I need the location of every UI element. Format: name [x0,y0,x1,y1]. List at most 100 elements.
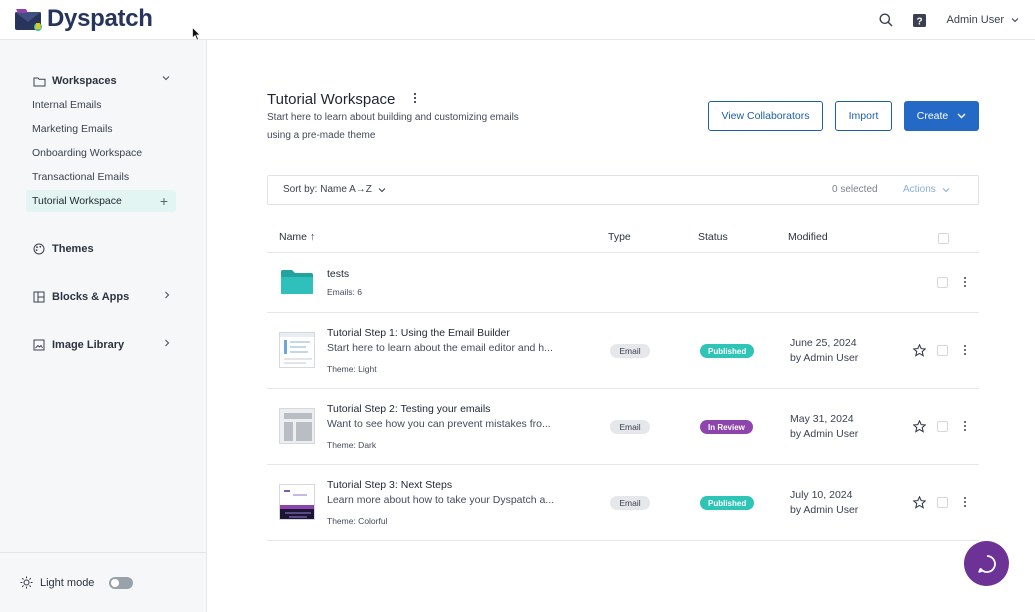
actions-dropdown[interactable]: Actions [903,184,950,195]
mouse-cursor-icon [192,27,201,41]
sidebar-item-internal-emails[interactable]: Internal Emails [26,94,176,116]
kebab-menu-icon[interactable] [409,91,421,105]
row-checkbox[interactable] [937,421,948,432]
sidebar-section-image-library[interactable]: Image Library [26,333,176,357]
column-header-name[interactable]: Name ↑ [279,231,315,243]
workspace-description: Start here to learn about building and c… [267,112,519,141]
kebab-menu-icon[interactable] [963,344,967,356]
search-icon [879,13,893,27]
support-chat-button[interactable] [964,541,1009,586]
sidebar-item-label: Transactional Emails [32,171,130,183]
button-label: View Collaborators [721,110,810,122]
email-theme: Theme: Colorful [327,516,388,526]
sidebar-section-label: Image Library [52,339,125,351]
help-button[interactable]: ? [903,3,937,37]
dyspatch-logo[interactable]: Dyspatch [14,5,153,33]
sort-dropdown[interactable]: Sort by: Name A→Z [283,184,386,195]
email-description: Start here to learn about the email edit… [327,342,553,354]
type-badge: Email [610,496,650,510]
star-icon[interactable] [913,344,926,357]
modified-info: May 31, 2024 by Admin User [790,412,858,442]
sun-icon [20,576,33,589]
email-title[interactable]: Tutorial Step 3: Next Steps [327,479,452,491]
sidebar-item-label: Marketing Emails [32,123,113,135]
sidebar: Workspaces Internal Emails Marketing Ema… [0,40,207,612]
table-row[interactable]: Tutorial Step 1: Using the Email Builder… [267,313,979,389]
kebab-menu-icon[interactable] [963,276,967,288]
modified-by: by Admin User [790,428,859,440]
actions-label: Actions [903,184,936,195]
sidebar-section-label: Blocks & Apps [52,291,130,303]
status-badge: Published [700,344,755,358]
sidebar-section-themes[interactable]: Themes [26,237,176,261]
row-checkbox[interactable] [937,277,948,288]
chevron-down-icon [957,113,966,119]
type-badge: Email [610,344,650,358]
email-title[interactable]: Tutorial Step 2: Testing your emails [327,403,490,415]
sidebar-item-onboarding-workspace[interactable]: Onboarding Workspace [26,142,176,164]
modified-info: June 25, 2024 by Admin User [790,336,858,366]
user-menu[interactable]: Admin User [947,14,1019,26]
search-button[interactable] [869,3,903,37]
add-icon[interactable]: + [160,193,168,209]
button-label: Create [916,110,949,122]
chevron-down-icon [1011,18,1019,23]
sidebar-section-blocks-apps[interactable]: Blocks & Apps [26,285,176,309]
sidebar-section-label: Themes [52,243,94,255]
sidebar-item-label: Onboarding Workspace [32,147,143,159]
light-mode-label: Light mode [40,576,95,589]
email-thumbnail [279,408,315,444]
star-icon[interactable] [913,420,926,433]
email-theme: Theme: Dark [327,440,377,450]
import-button[interactable]: Import [835,101,892,131]
image-icon [32,338,46,352]
email-title[interactable]: Tutorial Step 1: Using the Email Builder [327,327,510,339]
create-button[interactable]: Create [904,101,979,131]
type-badge: Email [610,420,650,434]
star-icon[interactable] [913,496,926,509]
row-checkbox[interactable] [937,497,948,508]
column-header-modified: Modified [788,231,828,243]
row-checkbox[interactable] [937,345,948,356]
page-title: Tutorial Workspace [267,91,396,108]
chevron-right-icon [165,291,170,299]
column-header-status: Status [698,231,728,243]
button-label: Import [848,110,879,122]
sidebar-section-label: Workspaces [52,75,117,87]
chevron-down-icon [942,187,950,192]
user-name: Admin User [946,14,1004,26]
modified-date: May 31, 2024 [790,413,854,425]
light-mode-toggle[interactable] [109,576,134,589]
email-description: Learn more about how to take your Dyspat… [327,494,555,506]
select-all-checkbox[interactable] [938,233,949,244]
modified-date: July 10, 2024 [790,489,853,501]
blocks-icon [32,290,46,304]
sidebar-item-label: Tutorial Workspace [32,195,122,207]
column-header-type: Type [608,231,631,243]
status-badge: In Review [700,420,753,434]
view-collaborators-button[interactable]: View Collaborators [708,101,823,131]
table-row[interactable]: tests Emails: 6 [267,253,979,313]
email-thumbnail [279,332,315,368]
modified-by: by Admin User [790,504,859,516]
table-row[interactable]: Tutorial Step 3: Next Steps Learn more a… [267,465,979,541]
table-header: Name ↑ Type Status Modified [267,223,979,253]
table-row[interactable]: Tutorial Step 2: Testing your emails Wan… [267,389,979,465]
chat-icon [977,554,996,573]
folder-name[interactable]: tests [327,268,349,280]
kebab-menu-icon[interactable] [963,496,967,508]
folder-email-count: Emails: 6 [327,287,362,297]
email-description: Want to see how you can prevent mistakes… [327,418,551,430]
email-theme: Theme: Light [327,364,377,374]
svg-text:?: ? [916,16,922,27]
kebab-menu-icon[interactable] [963,420,967,432]
sidebar-item-transactional-emails[interactable]: Transactional Emails [26,166,176,188]
modified-by: by Admin User [790,352,859,364]
folder-icon [32,74,46,88]
sidebar-item-tutorial-workspace[interactable]: Tutorial Workspace + [26,190,176,212]
sidebar-section-workspaces[interactable]: Workspaces [26,69,176,93]
help-icon: ? [913,13,927,27]
sidebar-item-marketing-emails[interactable]: Marketing Emails [26,118,176,140]
chevron-down-icon [378,187,386,192]
palette-icon [32,242,46,256]
